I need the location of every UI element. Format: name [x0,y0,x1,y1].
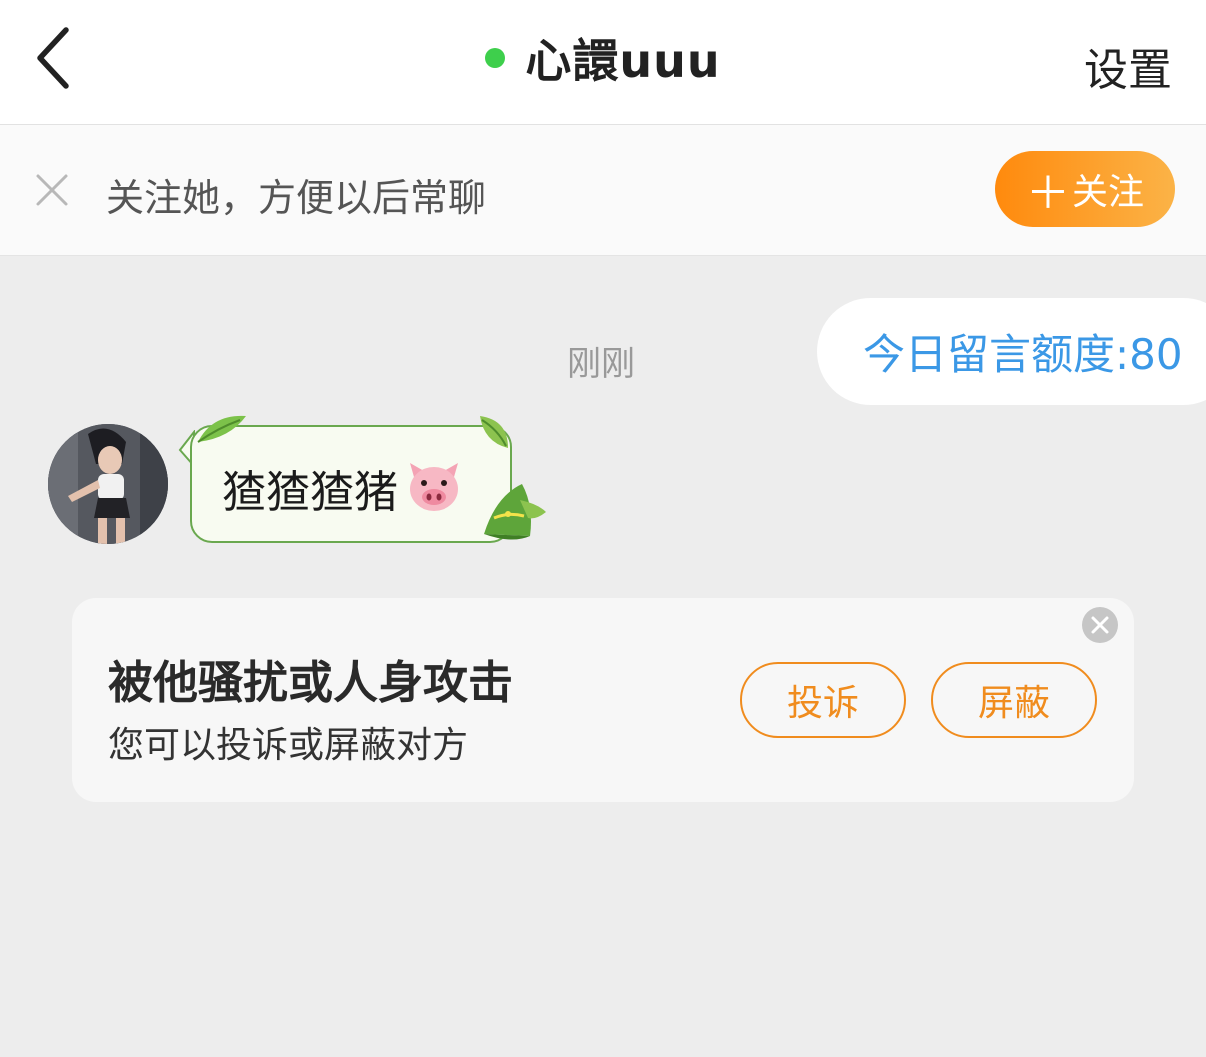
follow-button-label: 关注 [1071,172,1144,213]
leaf-decoration-icon [480,416,508,448]
follow-button[interactable]: ＋ 关注 [995,151,1175,227]
report-card-title: 被他骚扰或人身攻击 [108,656,514,709]
harassment-report-card: 被他骚扰或人身攻击 您可以投诉或屏蔽对方 投诉 屏蔽 [72,598,1134,802]
close-card-button[interactable] [1082,607,1118,643]
page-title: 心譞uuu [525,34,721,88]
leaf-decoration-icon [197,415,246,443]
rice-dumpling-icon [484,484,546,540]
chat-screen: 心譞uuu 设置 关注她，方便以后常聊 ＋ 关注 今日留言额度:80 刚刚 猹猹… [0,0,1206,1057]
block-button[interactable]: 屏蔽 [931,662,1097,738]
follow-suggestion-bar: 关注她，方便以后常聊 ＋ 关注 [0,125,1206,256]
follow-prompt-text: 关注她，方便以后常聊 [106,176,487,220]
message-quota-badge: 今日留言额度:80 [817,298,1206,405]
online-status-dot [485,48,506,68]
top-nav-bar: 心譞uuu 设置 [0,0,1206,125]
plus-icon: ＋ [1025,168,1070,219]
message-bubble-other[interactable]: 猹猹猹猪 [178,408,548,558]
close-icon [1091,616,1109,634]
title-group: 心譞uuu [0,28,1206,88]
dismiss-follow-bar-button[interactable] [34,172,70,208]
message-text-row: 猹猹猹猪 [222,456,462,520]
pig-face-icon [410,463,458,511]
complain-button[interactable]: 投诉 [740,662,906,738]
avatar[interactable] [48,424,168,544]
message-timestamp: 刚刚 [567,344,635,384]
close-icon [36,174,68,206]
message-text: 猹猹猹猪 [222,467,398,518]
report-card-subtitle: 您可以投诉或屏蔽对方 [108,725,469,766]
avatar-photo [48,424,168,544]
settings-button[interactable]: 设置 [1084,34,1172,98]
